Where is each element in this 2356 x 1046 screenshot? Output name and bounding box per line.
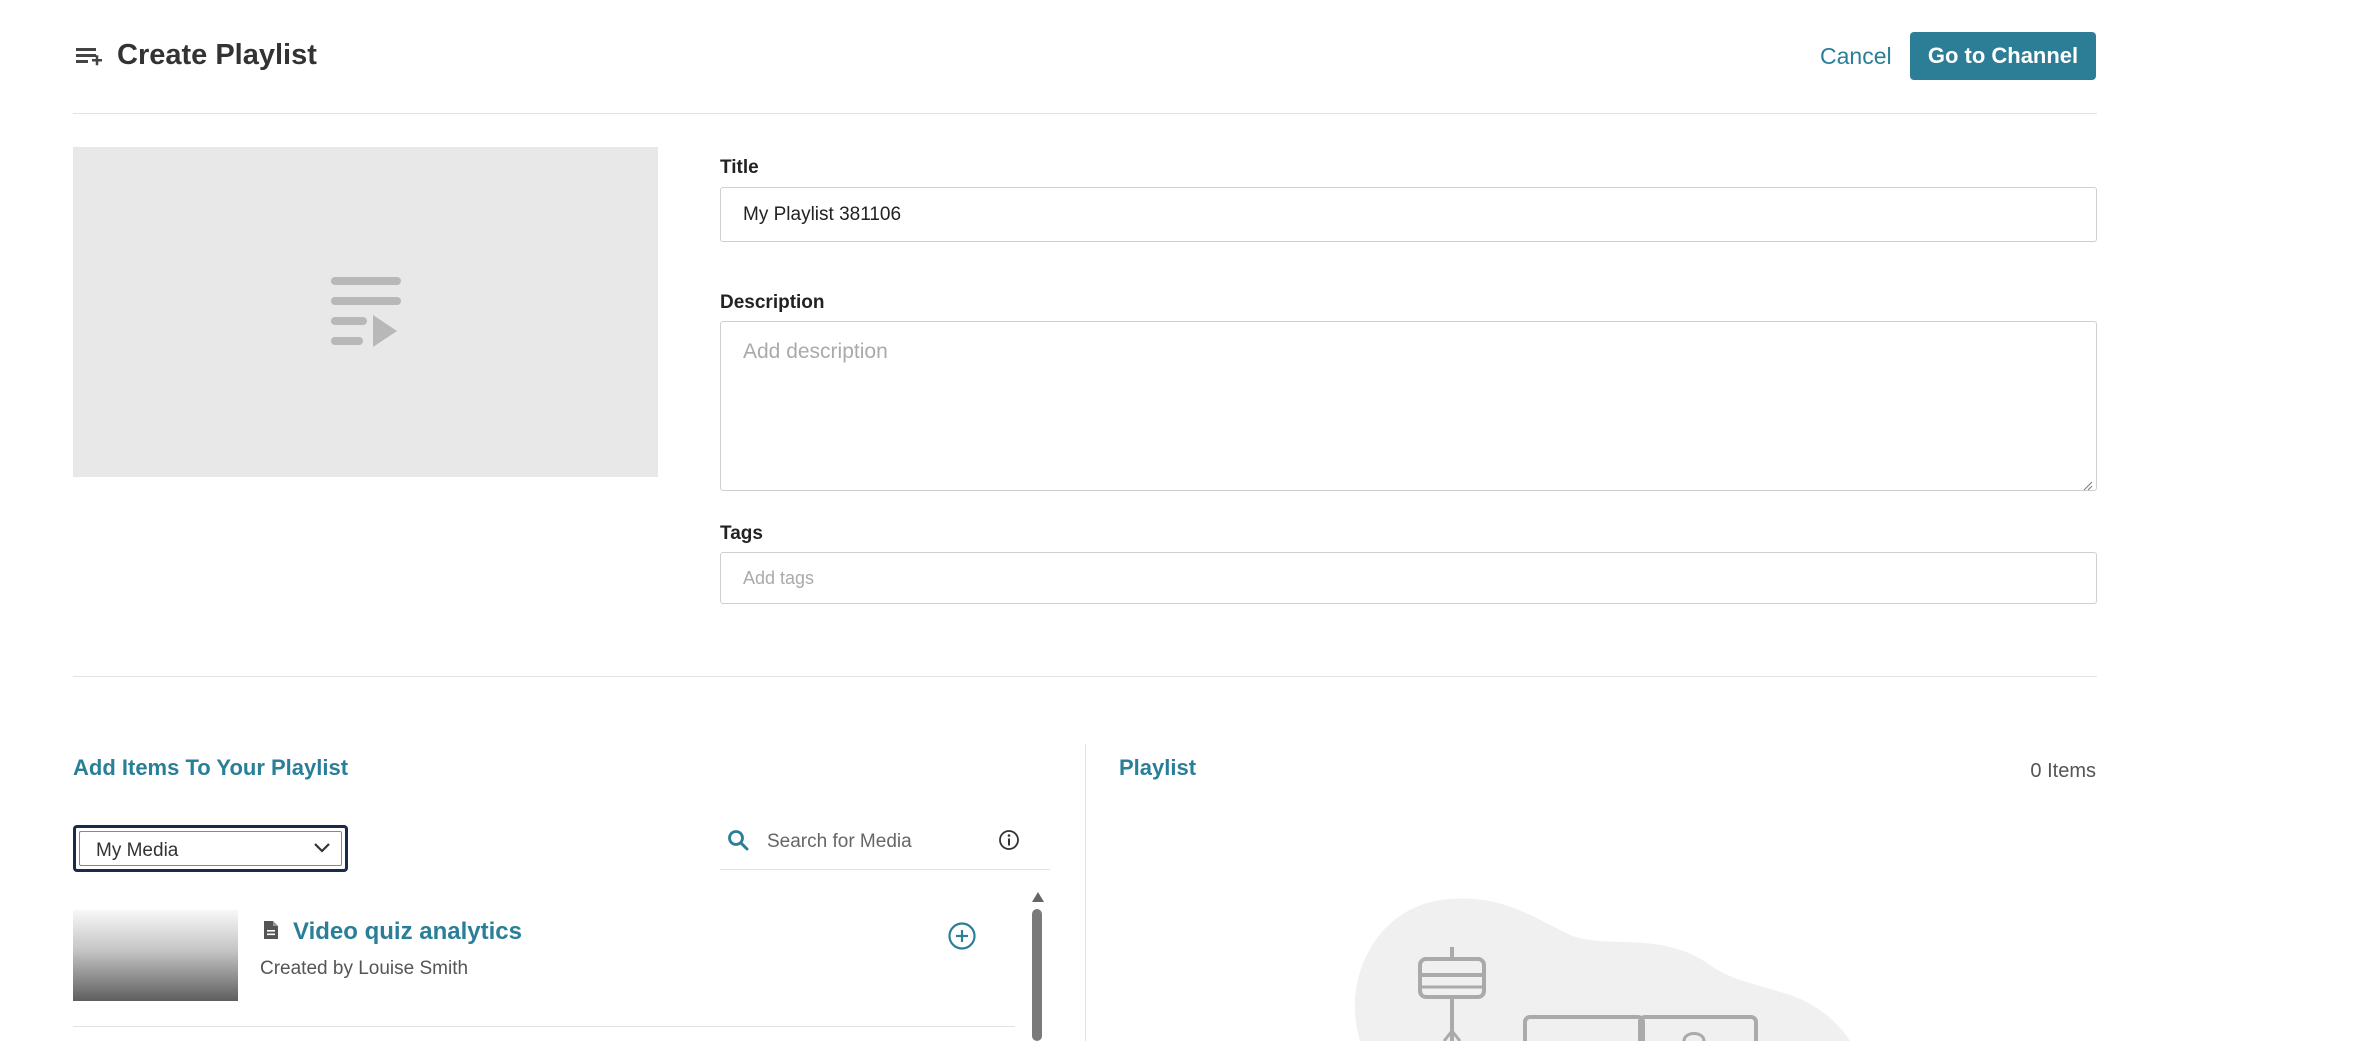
- cancel-button[interactable]: Cancel: [1820, 42, 1892, 70]
- form-divider: [73, 676, 2097, 677]
- panel-divider: [1085, 744, 1086, 1041]
- tags-input[interactable]: [720, 552, 2097, 604]
- description-label: Description: [720, 292, 825, 313]
- scroll-up-icon[interactable]: [1031, 890, 1045, 908]
- page-title: Create Playlist: [117, 39, 317, 71]
- title-input[interactable]: [720, 187, 2097, 242]
- media-list-scrollbar[interactable]: [1032, 909, 1042, 1041]
- playlist-thumbnail: [73, 147, 658, 477]
- media-creator: Created by Louise Smith: [260, 958, 469, 979]
- add-to-playlist-icon[interactable]: [947, 921, 977, 956]
- go-to-channel-button[interactable]: Go to Channel: [1910, 32, 2096, 80]
- header-divider: [73, 113, 2097, 114]
- search-media-input[interactable]: [755, 822, 1009, 862]
- chevron-down-icon: [314, 843, 330, 853]
- description-textarea[interactable]: [720, 321, 2097, 491]
- tags-label: Tags: [720, 523, 763, 544]
- document-icon: [262, 920, 280, 945]
- resize-grip-icon[interactable]: [2083, 478, 2093, 491]
- empty-playlist-illustration: [1340, 895, 1860, 1046]
- playlist-item-count: 0 Items: [2030, 760, 2096, 782]
- media-thumbnail[interactable]: [73, 910, 238, 1001]
- media-source-select[interactable]: My Media: [73, 825, 348, 872]
- media-row-divider: [73, 1026, 1015, 1027]
- media-title-link[interactable]: Video quiz analytics: [293, 917, 522, 947]
- add-items-heading: Add Items To Your Playlist: [73, 755, 349, 780]
- title-label: Title: [720, 157, 759, 178]
- search-icon[interactable]: [727, 829, 749, 856]
- info-icon[interactable]: [998, 829, 1020, 856]
- playlist-play-icon: [331, 277, 401, 347]
- playlist-heading: Playlist: [1119, 755, 1197, 780]
- playlist-menu-icon: [74, 42, 104, 72]
- media-source-selected: My Media: [96, 840, 179, 861]
- search-underline: [720, 869, 1050, 870]
